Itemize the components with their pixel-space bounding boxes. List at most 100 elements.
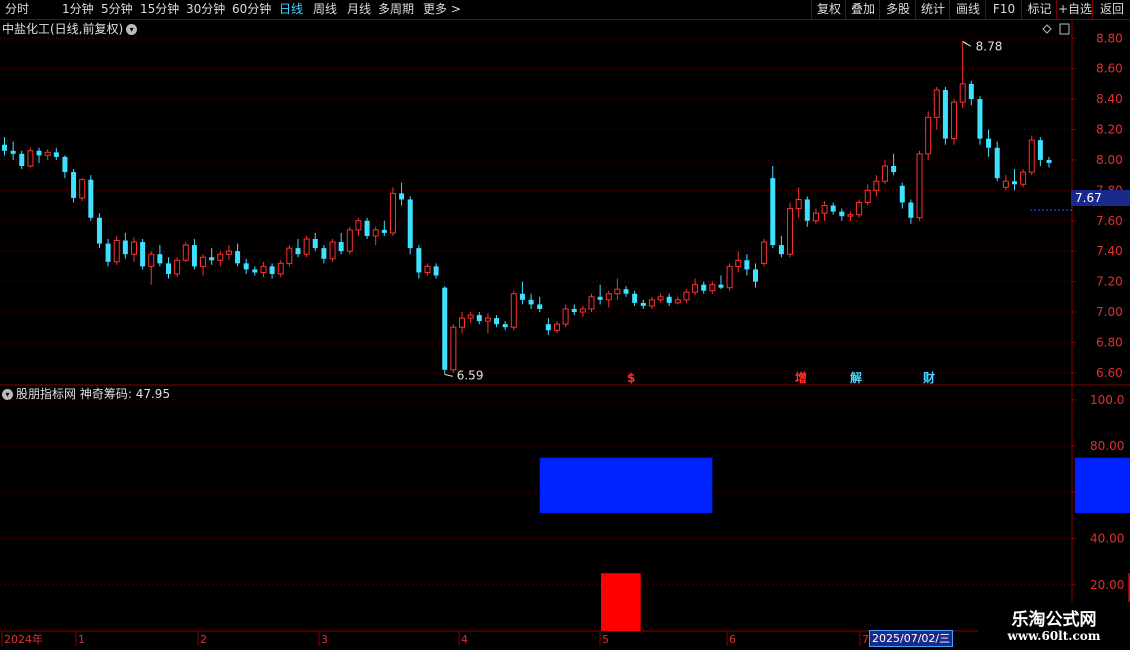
toolbar-button-8[interactable]: 返回: [1092, 0, 1130, 19]
period-tab-10[interactable]: 更多 >: [423, 0, 461, 19]
chart-canvas[interactable]: 8.808.608.408.208.007.807.607.407.207.00…: [0, 0, 1130, 650]
candle-body: [209, 257, 215, 261]
candle-body: [140, 242, 146, 267]
candle-body: [96, 217, 102, 244]
candle-body: [277, 262, 284, 275]
candle-body: [942, 89, 948, 139]
event-marker: 解: [850, 370, 862, 385]
price-tick-label: 7.20: [1096, 275, 1123, 289]
candle-body: [2, 144, 7, 151]
candle-body: [1037, 140, 1043, 160]
candle-body: [1011, 181, 1017, 185]
candle-body: [174, 259, 181, 275]
candle-body: [286, 247, 293, 264]
candle-body: [553, 323, 560, 331]
watermark-logo: 乐淘公式网 www.60lt.com: [978, 602, 1130, 650]
candle-body: [959, 83, 966, 103]
candle-body: [381, 229, 387, 233]
candle-body: [166, 263, 172, 274]
candle-body: [105, 243, 111, 262]
period-tab-8[interactable]: 月线: [347, 0, 371, 19]
period-tab-4[interactable]: 30分钟: [186, 0, 225, 19]
candle-body: [778, 245, 784, 255]
candle-body: [157, 254, 163, 264]
candle-body: [545, 324, 551, 331]
candle-body: [623, 289, 629, 294]
period-tab-3[interactable]: 15分钟: [140, 0, 179, 19]
candle-body: [925, 116, 932, 155]
candle-body: [295, 248, 301, 255]
period-toolbar: 分时 1分钟 5分钟 15分钟 30分钟 60分钟 日线 周线 月线 多周期 更多 > 复权 叠加 多股统…: [0, 0, 1130, 20]
toolbar-button-6[interactable]: 标记: [1021, 0, 1057, 19]
candle-body: [113, 240, 120, 263]
price-tick-label: 6.60: [1096, 366, 1123, 380]
candle-body: [933, 89, 940, 118]
indicator-tick-label: 80.00: [1090, 439, 1124, 453]
high-marker-arrow: [962, 40, 971, 47]
candle-body: [53, 152, 59, 157]
toolbar-button-1[interactable]: 叠加: [845, 0, 880, 19]
candle-body: [856, 202, 863, 216]
candle-body: [657, 296, 664, 301]
candle-body: [269, 266, 275, 274]
price-tick-label: 7.00: [1096, 305, 1123, 319]
indicator-band-blue: [1074, 457, 1130, 514]
candle-body: [847, 214, 854, 217]
candle-body: [433, 266, 439, 276]
time-axis-label: 5: [602, 633, 609, 646]
candle-body: [718, 284, 724, 288]
watermark-url: www.60lt.com: [1007, 629, 1101, 643]
candle-body: [632, 293, 638, 303]
period-tab-5[interactable]: 60分钟: [232, 0, 271, 19]
event-marker: 财: [922, 370, 935, 385]
toolbar-button-4[interactable]: 画线: [949, 0, 986, 19]
period-tab-6[interactable]: 日线: [279, 0, 303, 19]
price-tick-label: 8.20: [1096, 123, 1123, 137]
candle-body: [795, 198, 802, 210]
period-tab-0[interactable]: 分时: [5, 0, 29, 19]
candle-body: [683, 291, 690, 301]
event-marker: 增: [795, 370, 807, 385]
price-tick-label: 7.40: [1096, 244, 1123, 258]
candle-body: [303, 238, 310, 255]
period-tab-1[interactable]: 1分钟: [62, 0, 94, 19]
toolbar-button-3[interactable]: 统计: [915, 0, 950, 19]
candle-body: [484, 317, 491, 322]
candle-body: [476, 315, 482, 322]
candle-body: [994, 147, 1000, 179]
candle-body: [899, 185, 905, 203]
event-marker: $: [627, 371, 635, 385]
toolbar-button-2[interactable]: 多股: [879, 0, 916, 19]
candle-body: [407, 199, 413, 249]
candle-body: [71, 172, 77, 198]
high-price-label: 8.78: [976, 39, 1003, 53]
candle-body: [459, 317, 466, 328]
candle-body: [614, 288, 621, 295]
indicator-title: 股朋指标网: [16, 387, 77, 401]
toolbar-button-5[interactable]: F10: [985, 0, 1022, 19]
candle-body: [916, 153, 923, 219]
current-price-badge: 7.67: [1071, 190, 1130, 206]
chevron-down-icon[interactable]: ▾: [2, 389, 13, 400]
candle-body: [44, 151, 51, 156]
indicator-series-name: 神奇筹码: [79, 387, 128, 401]
period-tab-9[interactable]: 多周期: [378, 0, 414, 19]
watermark-title: 乐淘公式网: [1011, 610, 1097, 630]
chevron-down-icon[interactable]: ▾: [126, 24, 138, 35]
indicator-tick-label: 40.00: [1090, 532, 1124, 546]
toolbar-button-7[interactable]: +自选: [1056, 0, 1093, 19]
period-tab-2[interactable]: 5分钟: [101, 0, 133, 19]
candle-body: [528, 299, 534, 305]
candle-body: [986, 138, 992, 148]
indicator-tick-label: 60.00: [1090, 485, 1124, 499]
price-tick-label: 7.60: [1096, 214, 1123, 228]
candle-body: [812, 212, 819, 222]
toolbar-button-0[interactable]: 复权: [811, 0, 846, 19]
candle-body: [321, 248, 327, 259]
indicator-header: ▾ 股朋指标网 神奇筹码: 47.95: [2, 387, 170, 402]
candle-body: [873, 180, 880, 191]
candle-body: [243, 263, 249, 270]
candle-body: [372, 229, 379, 237]
candle-body: [864, 189, 871, 203]
period-tab-7[interactable]: 周线: [313, 0, 337, 19]
